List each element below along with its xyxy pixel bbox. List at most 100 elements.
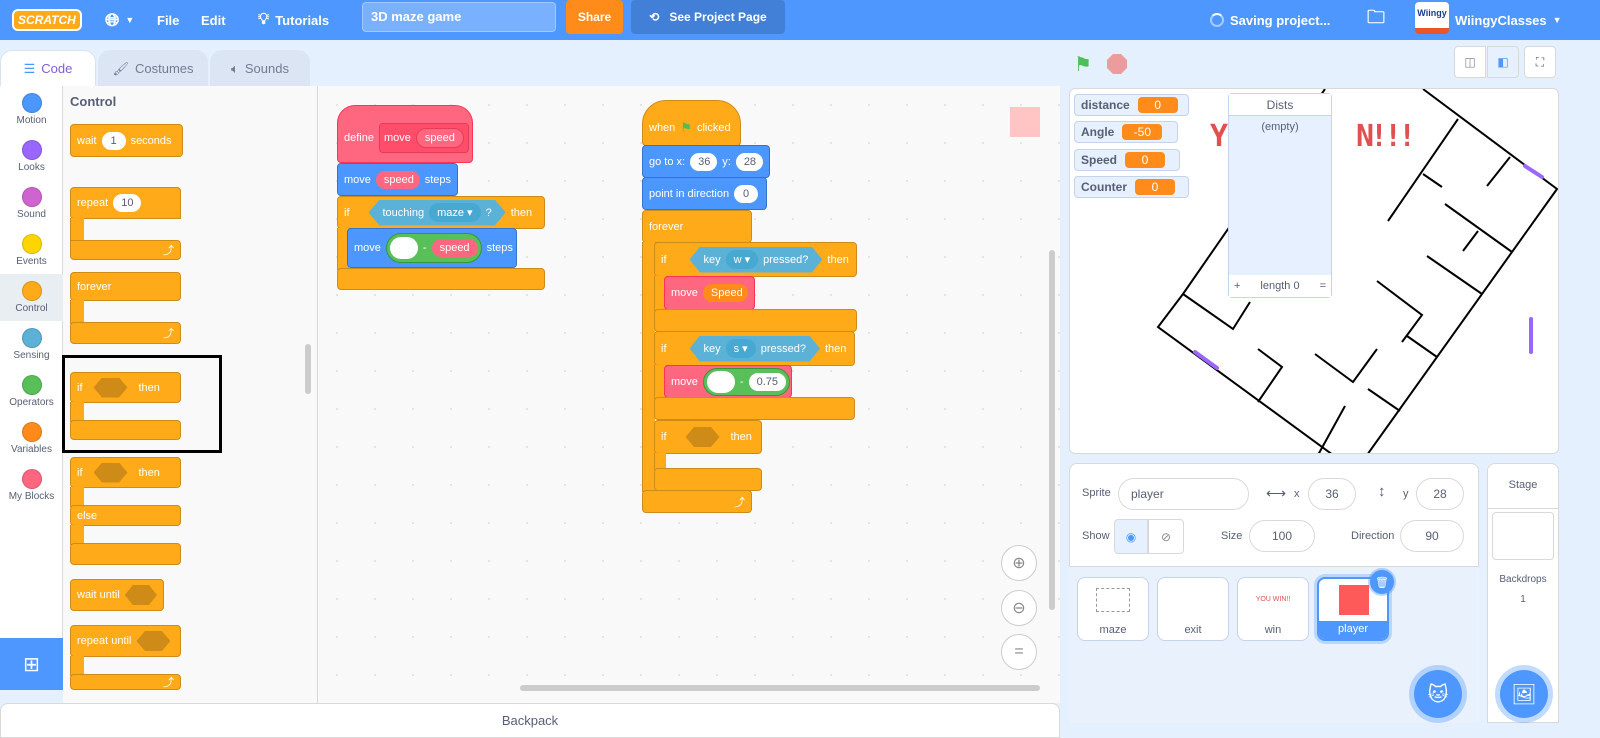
move-steps-block[interactable]: move speed steps bbox=[337, 163, 458, 196]
if-key-s-block[interactable]: if key s ▾ pressed? then bbox=[654, 331, 855, 366]
script-vertical-scrollbar[interactable] bbox=[1049, 250, 1055, 610]
monitor-angle[interactable]: Angle -50 bbox=[1074, 121, 1178, 143]
wait-seconds-block[interactable]: wait 1 seconds bbox=[70, 124, 183, 157]
sprite-name-input[interactable]: player bbox=[1118, 478, 1249, 510]
boolean-slot[interactable] bbox=[685, 427, 720, 447]
touching-target-dropdown[interactable]: maze ▾ bbox=[429, 203, 481, 222]
repeat-count-input[interactable]: 10 bbox=[113, 194, 142, 212]
choose-backdrop-button[interactable]: 🖼︎ bbox=[1500, 670, 1548, 718]
speed-param[interactable]: speed bbox=[375, 170, 420, 189]
zoom-out-button[interactable]: ⊖ bbox=[1001, 590, 1037, 626]
wait-until-block[interactable]: wait until bbox=[70, 579, 164, 611]
add-extension-button[interactable]: ⊞ bbox=[0, 638, 63, 690]
player-thumbnail bbox=[1339, 585, 1369, 615]
boolean-slot[interactable] bbox=[93, 462, 128, 483]
category-my-blocks[interactable]: My Blocks bbox=[0, 462, 63, 509]
stop-button[interactable] bbox=[1107, 54, 1127, 74]
backpack[interactable]: Backpack bbox=[0, 703, 1060, 738]
see-project-page-button[interactable]: ⟲ See Project Page bbox=[631, 0, 785, 34]
if-key-w-block[interactable]: if key w ▾ pressed? then bbox=[654, 242, 857, 277]
define-hat-block[interactable]: define move speed bbox=[337, 105, 473, 163]
sprite-tile-win[interactable]: YOU WIN!! win bbox=[1237, 577, 1309, 641]
list-add-button[interactable]: + bbox=[1234, 280, 1240, 292]
avatar[interactable]: Wiingy bbox=[1415, 2, 1449, 34]
if-then-block[interactable]: if then bbox=[654, 420, 762, 454]
scratch-logo[interactable]: SCRATCH bbox=[12, 0, 82, 40]
touching-block[interactable]: touching maze ▾? bbox=[368, 199, 506, 226]
x-position-input[interactable]: 36 bbox=[1308, 478, 1356, 510]
tutorials-button[interactable]: 💡︎ Tutorials bbox=[258, 0, 329, 40]
move-steps-block[interactable]: move - speed steps bbox=[347, 228, 517, 268]
tab-sounds[interactable]: 🔈︎ Sounds bbox=[210, 50, 310, 86]
list-resize-handle[interactable]: = bbox=[1320, 280, 1326, 292]
show-visible-button[interactable]: ◉ bbox=[1114, 519, 1148, 554]
move-custom-block[interactable]: move Speed bbox=[664, 276, 755, 310]
tab-costumes[interactable]: 🖌︎ Costumes bbox=[98, 50, 208, 86]
extension-icon: ⊞ bbox=[23, 653, 40, 676]
speed-variable[interactable]: Speed bbox=[702, 284, 748, 302]
boolean-slot[interactable] bbox=[136, 631, 171, 651]
wait-seconds-input[interactable]: 1 bbox=[101, 131, 126, 150]
edit-menu[interactable]: Edit bbox=[201, 0, 226, 40]
number-input[interactable] bbox=[706, 370, 735, 393]
subtract-block[interactable]: -0.75 bbox=[702, 367, 790, 396]
direction-input[interactable]: 0 bbox=[734, 184, 759, 203]
file-menu[interactable]: File bbox=[157, 0, 179, 40]
move-custom-block[interactable]: move -0.75 bbox=[664, 365, 792, 398]
zoom-reset-button[interactable]: = bbox=[1001, 634, 1037, 670]
category-operators[interactable]: Operators bbox=[0, 368, 63, 415]
script-horizontal-scrollbar[interactable] bbox=[520, 685, 1040, 691]
category-variables[interactable]: Variables bbox=[0, 415, 63, 462]
when-flag-clicked-block[interactable]: when ⚑ clicked bbox=[642, 100, 741, 146]
list-monitor-dists[interactable]: Dists (empty) + length 0 = bbox=[1228, 93, 1332, 298]
key-dropdown[interactable]: w ▾ bbox=[725, 250, 759, 269]
subtract-block[interactable]: - speed bbox=[385, 233, 482, 263]
small-stage-button[interactable]: ◫ bbox=[1454, 46, 1486, 78]
go-to-xy-block[interactable]: go to x: 36 y: 28 bbox=[642, 145, 770, 178]
monitor-counter[interactable]: Counter 0 bbox=[1074, 176, 1189, 198]
choose-sprite-button[interactable]: 🐱︎ bbox=[1414, 670, 1462, 718]
sprite-tile-exit[interactable]: exit bbox=[1157, 577, 1229, 641]
y-position-input[interactable]: 28 bbox=[1416, 478, 1464, 510]
key-pressed-block[interactable]: key w ▾ pressed? bbox=[689, 246, 823, 273]
category-motion[interactable]: Motion bbox=[0, 86, 63, 133]
category-sensing[interactable]: Sensing bbox=[0, 321, 63, 368]
speed-param[interactable]: speed bbox=[415, 128, 464, 148]
category-sound[interactable]: Sound bbox=[0, 180, 63, 227]
x-input[interactable]: 36 bbox=[690, 152, 718, 171]
project-title-input[interactable]: 3D maze game bbox=[362, 2, 556, 32]
category-events[interactable]: Events bbox=[0, 227, 63, 274]
y-input[interactable]: 28 bbox=[735, 152, 763, 171]
boolean-slot[interactable] bbox=[124, 585, 157, 605]
number-input[interactable]: 0.75 bbox=[748, 372, 786, 391]
sprite-tile-maze[interactable]: maze bbox=[1077, 577, 1149, 641]
delete-sprite-button[interactable]: 🗑︎ bbox=[1370, 570, 1394, 594]
green-flag-button[interactable]: ⚑ bbox=[1074, 52, 1092, 77]
zoom-in-button[interactable]: ⊕ bbox=[1001, 545, 1037, 581]
fullscreen-button[interactable]: ⛶ bbox=[1524, 46, 1556, 78]
category-color-icon bbox=[21, 234, 42, 254]
key-pressed-block[interactable]: key s ▾ pressed? bbox=[689, 335, 820, 362]
forever-block[interactable]: forever bbox=[642, 210, 752, 243]
my-stuff-folder-icon[interactable]: 🗀︎ bbox=[1367, 0, 1385, 40]
category-looks[interactable]: Looks bbox=[0, 133, 63, 180]
direction-input[interactable]: 90 bbox=[1400, 520, 1464, 552]
key-dropdown[interactable]: s ▾ bbox=[725, 339, 756, 358]
point-in-direction-block[interactable]: point in direction 0 bbox=[642, 177, 767, 210]
backdrop-thumbnail[interactable] bbox=[1492, 512, 1554, 560]
monitor-speed[interactable]: Speed 0 bbox=[1074, 149, 1180, 171]
if-touching-block[interactable]: if touching maze ▾? then bbox=[337, 196, 545, 229]
monitor-distance[interactable]: distance 0 bbox=[1074, 94, 1189, 116]
language-menu[interactable]: 🌐︎ ▼ bbox=[105, 0, 134, 40]
stage-canvas[interactable]: Y N!!! distance 0 Angle -50 Speed 0 Counter… bbox=[1069, 88, 1559, 454]
size-input[interactable]: 100 bbox=[1249, 520, 1315, 552]
share-button[interactable]: Share bbox=[566, 0, 623, 34]
tab-code[interactable]: ☰ Code bbox=[0, 50, 96, 86]
show-hidden-button[interactable]: ⊘ bbox=[1148, 519, 1184, 554]
number-input[interactable] bbox=[389, 237, 418, 259]
category-control[interactable]: Control bbox=[0, 274, 63, 321]
large-stage-button[interactable]: ◧ bbox=[1487, 46, 1519, 78]
speed-param[interactable]: speed bbox=[431, 239, 478, 257]
account-menu[interactable]: WiingyClasses ▼ bbox=[1455, 0, 1562, 40]
palette-scrollbar[interactable] bbox=[305, 344, 311, 394]
